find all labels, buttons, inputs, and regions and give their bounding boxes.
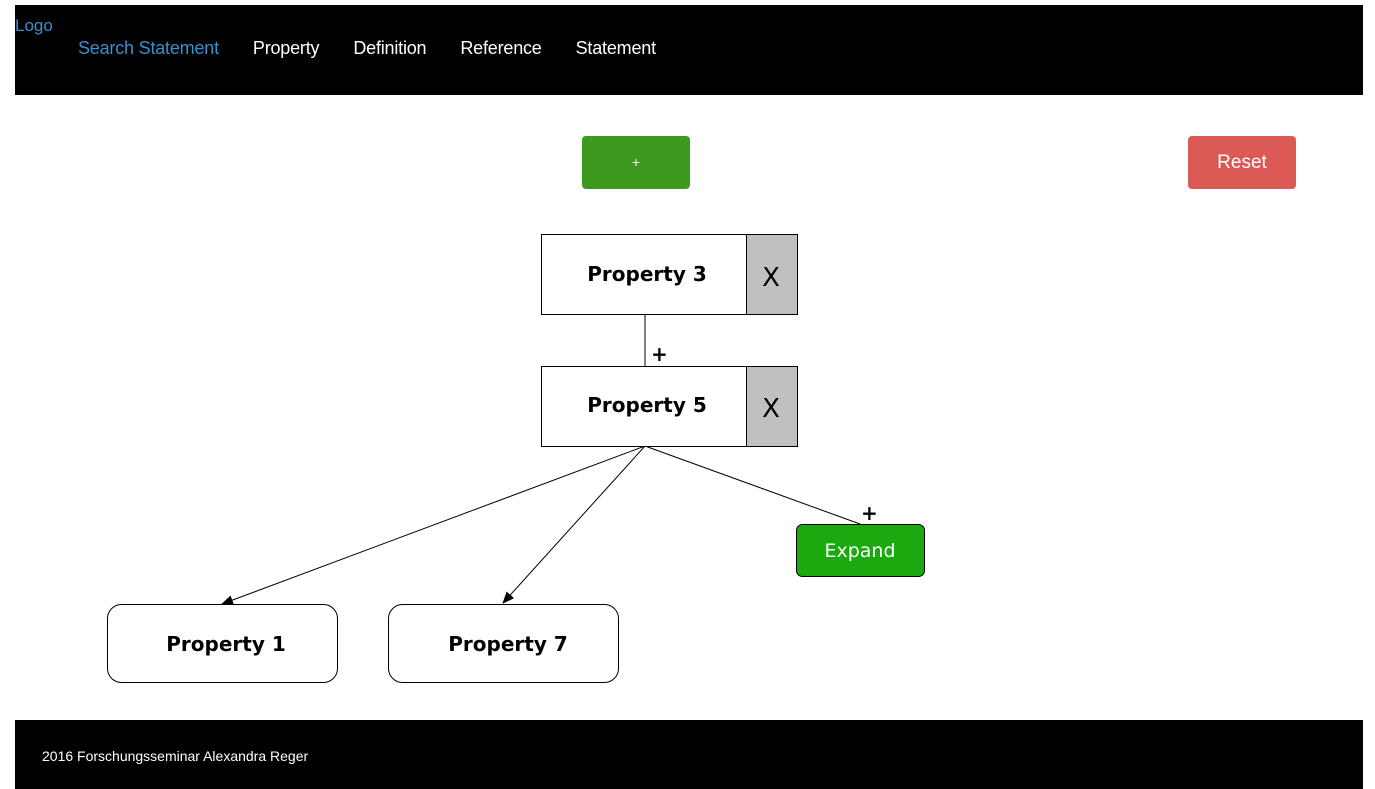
- node-label: Property 3: [587, 262, 706, 286]
- remove-node-button[interactable]: X: [746, 366, 798, 447]
- expand-label: Expand: [824, 540, 895, 562]
- footer: 2016 Forschungsseminar Alexandra Reger: [15, 720, 1363, 789]
- node-label: Property 5: [587, 393, 706, 417]
- close-icon: X: [762, 263, 780, 293]
- node-property-1[interactable]: Property 1: [107, 604, 338, 683]
- edge-property5-expand: [644, 445, 861, 525]
- node-label: Property 7: [448, 632, 567, 656]
- close-icon: X: [762, 394, 780, 424]
- edge-label-plus[interactable]: +: [861, 501, 878, 525]
- property-graph: + + Property 3 X Property 5 X Property 1…: [107, 234, 925, 683]
- node-property-7[interactable]: Property 7: [388, 604, 619, 683]
- node-property-5[interactable]: Property 5: [541, 366, 747, 447]
- edge-property5-property1: [221, 445, 646, 605]
- node-label: Property 1: [166, 632, 285, 656]
- expand-button[interactable]: Expand: [796, 524, 925, 577]
- edge-label-plus[interactable]: +: [651, 342, 668, 366]
- edge-property5-property7: [502, 445, 646, 604]
- footer-text: 2016 Forschungsseminar Alexandra Reger: [42, 748, 309, 764]
- node-property-3[interactable]: Property 3: [541, 234, 747, 315]
- remove-node-button[interactable]: X: [746, 234, 798, 315]
